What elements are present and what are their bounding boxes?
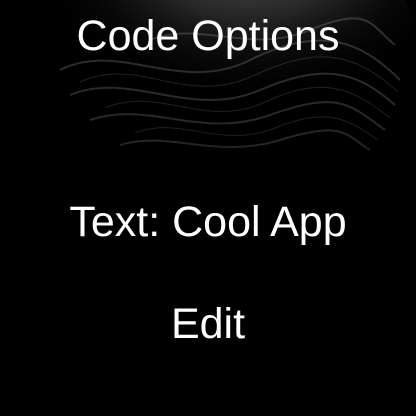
edit-button[interactable]: Edit <box>165 298 251 350</box>
page-title: Code Options <box>76 12 340 60</box>
text-setting-item[interactable]: Text: Cool App <box>0 196 416 248</box>
edit-row: Edit <box>0 298 416 350</box>
watch-screen: Code Options Text: Cool App Edit <box>0 0 416 416</box>
